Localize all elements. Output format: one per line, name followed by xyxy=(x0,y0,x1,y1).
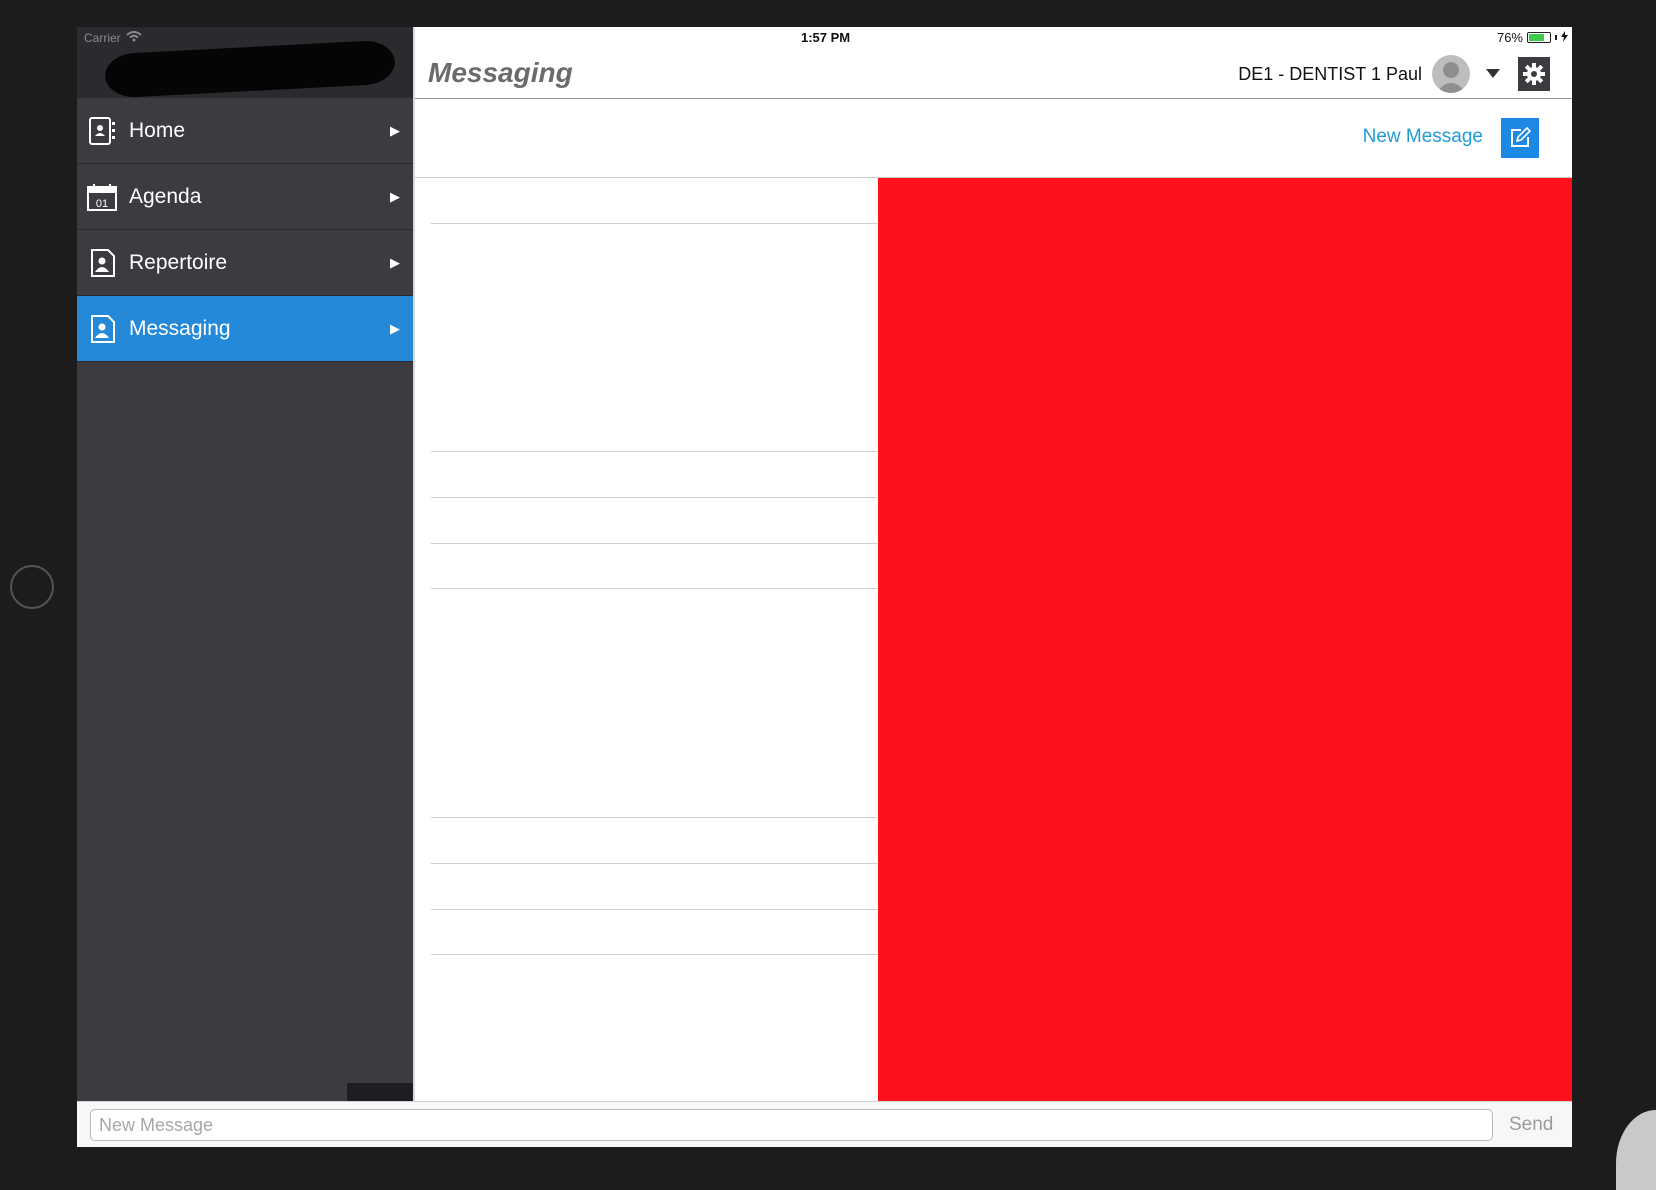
send-button[interactable]: Send xyxy=(1509,1114,1553,1136)
list-divider xyxy=(431,909,878,910)
sidebar-header: Carrier xyxy=(77,27,413,99)
new-message-input[interactable] xyxy=(90,1109,1493,1141)
sidebar-item-label: Home xyxy=(129,118,186,142)
user-silhouette-icon xyxy=(1436,62,1466,93)
avatar[interactable] xyxy=(1432,55,1470,93)
sidebar-item-label: Messaging xyxy=(129,316,231,340)
list-divider xyxy=(431,223,878,224)
chevron-right-icon: ▶ xyxy=(390,254,400,270)
person-document-icon xyxy=(87,314,117,344)
top-header: Messaging DE1 - DENTIST 1 Paul xyxy=(415,27,1572,99)
app-screen: Carrier Home ▶ 01 Agenda ▶ Repertoire ▶ … xyxy=(77,27,1572,1147)
person-document-icon xyxy=(87,248,117,278)
message-list[interactable] xyxy=(415,178,878,1101)
list-divider xyxy=(431,451,878,452)
sidebar: Carrier Home ▶ 01 Agenda ▶ Repertoire ▶ … xyxy=(77,27,413,1101)
sidebar-item-home[interactable]: Home ▶ xyxy=(77,98,413,164)
settings-button[interactable] xyxy=(1518,57,1550,91)
redacted-logo xyxy=(104,39,396,99)
compose-icon xyxy=(1511,127,1531,147)
gear-icon xyxy=(1523,63,1545,85)
contacts-icon xyxy=(87,116,117,146)
list-divider xyxy=(431,543,878,544)
device-home-button[interactable] xyxy=(10,565,54,609)
sidebar-item-messaging[interactable]: Messaging ▶ xyxy=(77,296,413,362)
sidebar-item-agenda[interactable]: 01 Agenda ▶ xyxy=(77,164,413,230)
carrier-status: Carrier xyxy=(84,31,142,45)
sidebar-item-label: Agenda xyxy=(129,184,202,208)
list-divider xyxy=(431,588,878,589)
list-divider xyxy=(431,863,878,864)
chevron-right-icon: ▶ xyxy=(390,188,400,204)
user-name[interactable]: DE1 - DENTIST 1 Paul xyxy=(1238,64,1422,85)
message-toolbar: New Message xyxy=(415,99,1572,178)
calendar-day-number: 01 xyxy=(96,198,108,210)
new-message-link[interactable]: New Message xyxy=(1363,126,1483,148)
user-menu: DE1 - DENTIST 1 Paul xyxy=(1238,55,1550,93)
wifi-icon xyxy=(126,31,142,45)
list-divider xyxy=(431,497,878,498)
chevron-down-icon[interactable] xyxy=(1486,65,1500,83)
chevron-right-icon: ▶ xyxy=(390,122,400,138)
carrier-label: Carrier xyxy=(84,31,121,45)
list-divider xyxy=(431,817,878,818)
message-detail-panel xyxy=(878,178,1572,1101)
device-corner xyxy=(1616,1110,1656,1190)
page-title: Messaging xyxy=(428,57,573,88)
compose-button[interactable] xyxy=(1501,118,1539,158)
sidebar-item-label: Repertoire xyxy=(129,250,228,274)
calendar-icon: 01 xyxy=(87,182,117,212)
list-divider xyxy=(431,954,878,955)
sidebar-item-repertoire[interactable]: Repertoire ▶ xyxy=(77,230,413,296)
compose-bar: Send xyxy=(77,1101,1572,1147)
chevron-right-icon: ▶ xyxy=(390,320,400,336)
sidebar-footer-block xyxy=(347,1083,413,1101)
